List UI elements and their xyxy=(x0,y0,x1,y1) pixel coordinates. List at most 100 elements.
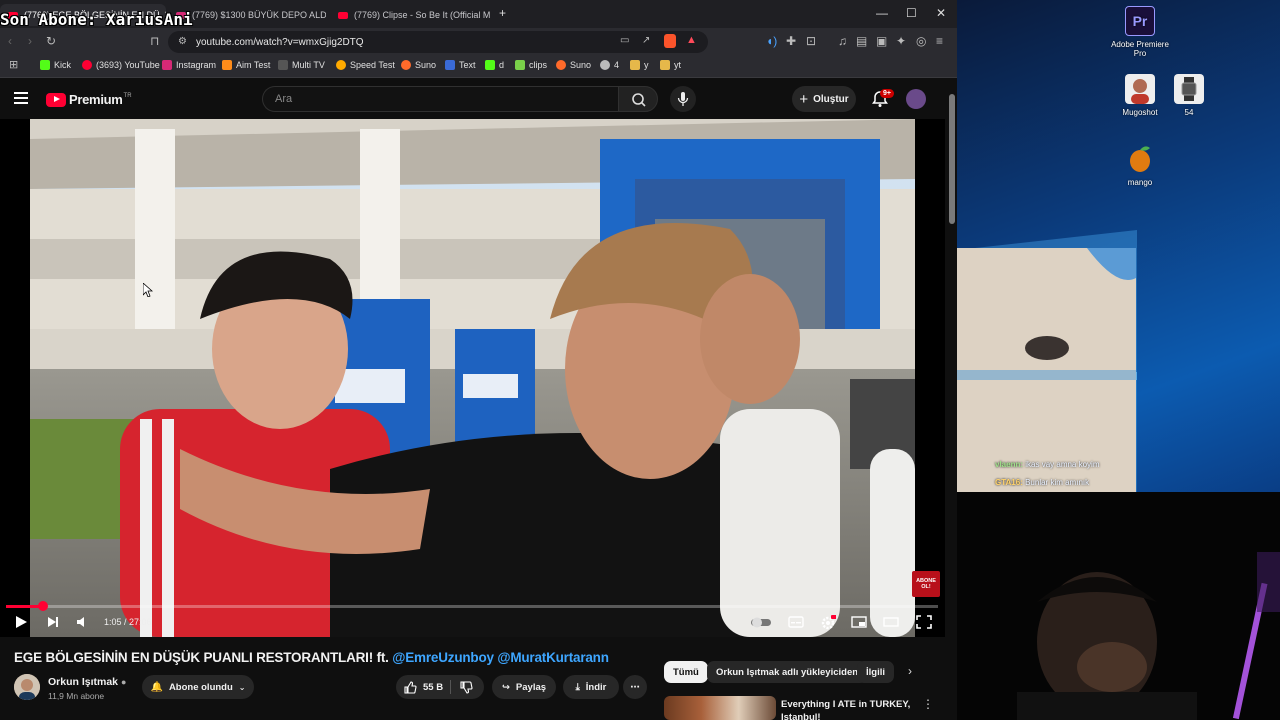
share-button[interactable]: ↪ Paylaş xyxy=(492,675,556,699)
account-avatar[interactable] xyxy=(906,89,926,109)
subscribe-watermark[interactable]: ABONE OL! xyxy=(912,571,940,597)
page-scrollbar[interactable] xyxy=(947,80,957,720)
chip-related[interactable]: İlgili xyxy=(857,661,894,683)
subscribed-button[interactable]: 🔔 Abone olundu ⌄ xyxy=(142,675,254,699)
back-icon[interactable]: ‹ xyxy=(8,34,12,48)
desktop-icon-label: Adobe Premiere Pro xyxy=(1111,40,1169,58)
channel-avatar[interactable] xyxy=(14,674,40,700)
volume-icon[interactable] xyxy=(76,615,90,629)
recommendation-thumbnail[interactable] xyxy=(664,696,776,720)
bookmark-label: (3693) YouTube xyxy=(96,60,160,70)
desktop-icon-premiere[interactable]: Pr Adobe Premiere Pro xyxy=(1105,6,1175,58)
fullscreen-icon[interactable] xyxy=(916,615,932,629)
progress-bar[interactable] xyxy=(6,601,938,611)
vpn-icon[interactable]: ◎ xyxy=(916,34,926,48)
subtitles-icon[interactable] xyxy=(788,615,804,629)
mouse-cursor-icon xyxy=(143,283,153,297)
leo-ai-icon[interactable]: ✦ xyxy=(896,34,906,48)
bookmark-multi-tv[interactable]: Multi TV xyxy=(278,60,325,70)
apps-grid-icon[interactable]: ⊞ xyxy=(9,58,18,71)
bookmark-clips[interactable]: clips xyxy=(515,60,547,70)
stream-chat: vlaenn: ikas vay amna koyim GTA16: Bunla… xyxy=(995,456,1100,492)
screenshot-icon[interactable]: ⊡ xyxy=(806,34,816,48)
play-icon[interactable] xyxy=(14,615,28,629)
share-icon[interactable]: ↗ xyxy=(642,35,650,46)
video-title-mentions[interactable]: @EmreUzunboy @MuratKurtarann xyxy=(392,650,609,665)
maximize-icon[interactable]: ☐ xyxy=(906,6,917,20)
cast-icon[interactable]: ▭ xyxy=(620,35,629,46)
media-icon[interactable]: ♫ xyxy=(838,34,847,48)
fl-studio-icon xyxy=(1125,144,1155,174)
thumbs-up-icon xyxy=(404,680,417,694)
bookmark-text[interactable]: Text xyxy=(445,60,476,70)
youtube-icon xyxy=(82,60,92,70)
search-button[interactable] xyxy=(618,86,658,112)
notification-count-badge: 9+ xyxy=(880,89,894,98)
bookmark-icon[interactable]: ⊓ xyxy=(150,34,159,48)
video-frame[interactable] xyxy=(30,119,915,637)
chip-all[interactable]: Tümü xyxy=(664,661,708,683)
minimize-icon[interactable]: — xyxy=(876,6,888,20)
theater-mode-icon[interactable] xyxy=(883,615,899,629)
bookmark-aim-test[interactable]: Aim Test xyxy=(222,60,270,70)
next-icon[interactable] xyxy=(46,615,60,629)
forward-icon[interactable]: › xyxy=(28,34,32,48)
download-button[interactable]: ⤓ İndir xyxy=(563,675,619,699)
time-display: 1:05 / 27:06 xyxy=(104,617,152,627)
bookmark-folder-y[interactable]: y xyxy=(630,60,649,70)
recommendation-title[interactable]: Everything I ATE in TURKEY, Istanbul! xyxy=(781,698,921,720)
channel-name[interactable]: Orkun Işıtmak ● xyxy=(48,676,126,688)
youtube-icon xyxy=(338,11,348,19)
create-button[interactable]: + Oluştur xyxy=(792,86,856,112)
premiere-pro-icon: Pr xyxy=(1125,6,1155,36)
sidebar-icon[interactable]: ▤ xyxy=(856,34,867,48)
chevron-right-icon[interactable]: › xyxy=(908,664,912,678)
new-tab-button[interactable]: + xyxy=(499,6,506,20)
video-title-text: EGE BÖLGESİNİN EN DÜŞÜK PUANLI RESTORANT… xyxy=(14,650,389,665)
reload-icon[interactable]: ↻ xyxy=(46,34,56,48)
audio-icon[interactable]: ◖) xyxy=(766,34,777,48)
bookmark-suno[interactable]: Suno xyxy=(401,60,436,70)
bookmark-suno-2[interactable]: Suno xyxy=(556,60,591,70)
desktop-icon-label: 54 xyxy=(1184,108,1194,117)
tab-clipse[interactable]: (7769) Clipse - So Be It (Official Music xyxy=(330,4,490,26)
more-actions-button[interactable]: ⋯ xyxy=(623,675,647,699)
bookmark-speed-test[interactable]: Speed Test xyxy=(336,60,395,70)
like-button[interactable]: 55 B xyxy=(404,680,444,694)
video-player[interactable]: ABONE OL! xyxy=(0,119,945,637)
suno-icon xyxy=(401,60,411,70)
address-bar[interactable]: ⚙ youtube.com/watch?v=wmxGjig2DTQ ▭ ↗ ▲ xyxy=(168,31,708,53)
bookmark-4[interactable]: 4 xyxy=(600,60,619,70)
search-input[interactable]: Ara xyxy=(262,86,618,112)
chip-from-uploader[interactable]: Orkun Işıtmak adlı yükleyiciden xyxy=(707,661,868,683)
bookmark-instagram[interactable]: Instagram xyxy=(162,60,216,70)
scrollbar-thumb[interactable] xyxy=(949,94,955,224)
bookmark-youtube[interactable]: (3693) YouTube xyxy=(82,60,160,70)
wallet-icon[interactable]: ▣ xyxy=(876,34,887,48)
brave-rewards-icon[interactable]: ▲ xyxy=(686,34,697,46)
create-label: Oluştur xyxy=(813,93,849,105)
bookmark-d[interactable]: d xyxy=(485,60,504,70)
thumbs-down-icon[interactable] xyxy=(460,681,473,694)
desktop-icon-54[interactable]: 54 xyxy=(1154,74,1224,117)
miniplayer-icon[interactable] xyxy=(851,615,867,629)
menu-icon[interactable]: ≡ xyxy=(936,34,943,48)
bookmark-kick[interactable]: Kick xyxy=(40,60,71,70)
extensions-icon[interactable]: ✚ xyxy=(786,34,796,48)
recommendation-menu-icon[interactable]: ⋮ xyxy=(922,697,934,711)
voice-search-button[interactable] xyxy=(670,86,696,112)
youtube-premium-logo[interactable]: Premium TR xyxy=(46,92,132,107)
navigation-bar: ‹ › ↻ ⊓ ⚙ youtube.com/watch?v=wmxGjig2DT… xyxy=(0,28,957,56)
share-arrow-icon: ↪ xyxy=(501,681,510,693)
chevron-down-icon: ⌄ xyxy=(238,682,246,692)
clips-icon xyxy=(515,60,525,70)
close-window-icon[interactable]: ✕ xyxy=(936,6,946,20)
bookmark-folder-yt[interactable]: yt xyxy=(660,60,681,70)
site-info-icon[interactable]: ⚙ xyxy=(178,36,187,47)
like-count: 55 B xyxy=(423,681,444,693)
desktop-icon-mango[interactable]: mango xyxy=(1105,144,1175,187)
menu-icon[interactable] xyxy=(14,92,28,104)
brave-shield-icon[interactable] xyxy=(664,34,676,48)
settings-gear-icon[interactable] xyxy=(820,615,836,631)
autoplay-toggle[interactable] xyxy=(750,615,772,629)
